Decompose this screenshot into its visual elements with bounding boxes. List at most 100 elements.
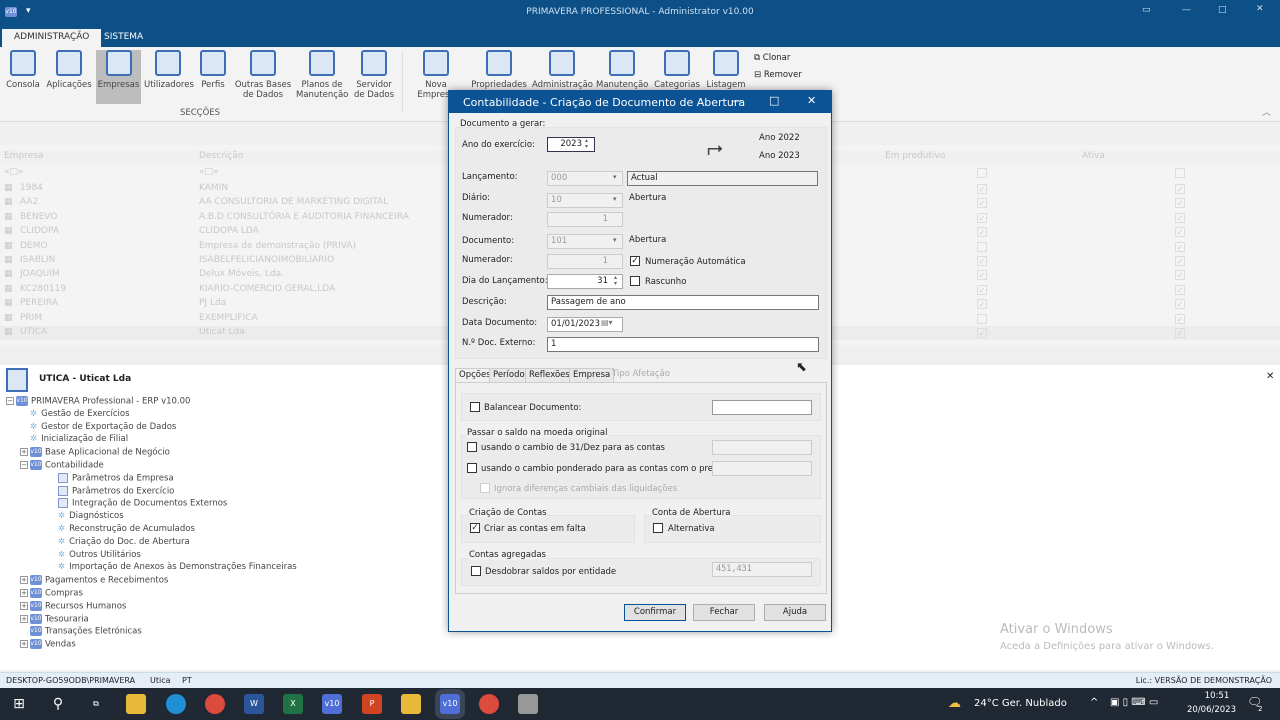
perfis-button[interactable]: Perfis [198, 50, 228, 90]
dia-lancamento-input[interactable]: 31 [547, 274, 623, 289]
cell-produtivo-checkbox[interactable] [977, 241, 987, 252]
cell-ativa-checkbox[interactable]: ✓ [1175, 313, 1185, 324]
tab-administracao[interactable]: ADMINISTRAÇÃO [2, 29, 102, 47]
expand-icon[interactable]: + [20, 640, 28, 649]
alternativa-checkbox[interactable] [653, 523, 663, 533]
descricao-input[interactable]: Passagem de ano [547, 295, 819, 310]
tree-item[interactable]: ✲ Inicialização de Filial [20, 434, 128, 444]
filter-ativa-checkbox[interactable] [1175, 168, 1185, 178]
chevron-down-icon[interactable]: ▾ [613, 195, 617, 203]
chevron-down-icon[interactable]: ▾ [613, 173, 617, 181]
tab-empresa[interactable]: Empresa [569, 368, 615, 382]
tree-item[interactable]: ✲ Diagnósticos [48, 511, 124, 521]
cell-ativa-checkbox[interactable]: ✓ [1175, 256, 1185, 266]
chevron-down-icon[interactable]: ▾ [613, 236, 617, 244]
clonar-button[interactable]: ⧉ Clonar [754, 53, 790, 63]
servidor-dados-button[interactable]: Servidor de Dados [352, 50, 396, 100]
empresas-button[interactable]: Empresas [96, 50, 141, 104]
tree-item[interactable]: ✲ Gestor de Exportação de Dados [20, 422, 176, 432]
tree-item[interactable]: + v10 Recursos Humanos [20, 600, 126, 611]
documento-select[interactable]: 101 [547, 234, 623, 249]
cell-produtivo-checkbox[interactable] [977, 313, 987, 324]
app-folder-icon[interactable] [401, 694, 421, 714]
tree-item[interactable]: + v10 Base Aplicacional de Negócio [20, 447, 170, 458]
manutencao-button[interactable]: Manutenção [596, 50, 648, 90]
utilizadores-button[interactable]: Utilizadores [144, 50, 194, 90]
ano-stepper[interactable]: ▴ ▾ [585, 138, 588, 150]
doc-externo-input[interactable]: 1 [547, 337, 819, 352]
planos-manutencao-button[interactable]: Planos de Manutenção [296, 50, 348, 100]
cell-produtivo-checkbox[interactable]: ✓ [977, 212, 987, 223]
balancear-input[interactable] [712, 400, 812, 415]
cell-ativa-checkbox[interactable]: ✓ [1175, 328, 1185, 338]
expand-icon[interactable]: + [20, 576, 28, 585]
ajuda-button[interactable]: Ajuda [764, 604, 826, 621]
lancamento-select[interactable]: 000 [547, 171, 623, 186]
primavera-v10-icon[interactable]: v10 [322, 694, 342, 714]
filter-produtivo-checkbox[interactable] [977, 168, 987, 178]
clock-time[interactable]: 10:51 [1197, 691, 1237, 701]
column-header-empresa[interactable]: Empresa [4, 151, 43, 161]
column-header-ativa[interactable]: Ativa [1082, 151, 1105, 161]
windows-start-icon[interactable]: ⊞ [9, 694, 29, 714]
aplicacoes-button[interactable]: Aplicações [46, 50, 92, 90]
column-header-descricao[interactable]: Descrição [199, 151, 243, 161]
dialog-maximize-button[interactable]: □ [769, 94, 779, 107]
calendar-dropdown-icon[interactable]: ▤▾ [601, 318, 613, 327]
tab-reflexoes[interactable]: Reflexões [525, 368, 574, 382]
tab-sistema[interactable]: SISTEMA [92, 29, 155, 47]
collapse-ribbon-icon[interactable]: ︿ [1262, 105, 1271, 118]
propriedades-button[interactable]: Propriedades [470, 50, 528, 90]
expand-icon[interactable]: + [20, 601, 28, 610]
tree-item[interactable]: v10 Transações Eletrónicas [20, 626, 142, 637]
categorias-button[interactable]: Categorias [652, 50, 702, 90]
file-explorer-icon[interactable] [126, 694, 146, 714]
filter-empresa[interactable]: «□» [4, 167, 24, 177]
camera-icon[interactable] [518, 694, 538, 714]
confirmar-button[interactable]: Confirmar [624, 604, 686, 621]
close-panel-icon[interactable]: ✕ [1266, 371, 1274, 382]
cambio-dez-checkbox[interactable] [467, 442, 477, 452]
dialog-minimize-button[interactable]: — [731, 94, 742, 107]
primavera-admin-icon[interactable]: v10 [440, 694, 460, 714]
diario-select[interactable]: 10 [547, 193, 623, 208]
cell-ativa-checkbox[interactable]: ✓ [1175, 227, 1185, 238]
cell-ativa-checkbox[interactable]: ✓ [1175, 184, 1185, 194]
cell-produtivo-checkbox[interactable]: ✓ [977, 270, 987, 281]
cell-ativa-checkbox[interactable]: ✓ [1175, 198, 1185, 209]
tree-item[interactable]: + v10 Vendas [20, 639, 76, 650]
cell-produtivo-checkbox[interactable]: ✓ [977, 227, 987, 238]
collapse-icon[interactable]: − [20, 461, 28, 469]
cell-produtivo-checkbox[interactable]: ✓ [977, 256, 987, 266]
tree-item[interactable]: ✲ Criação do Doc. de Abertura [48, 537, 190, 547]
remover-button[interactable]: ⊟ Remover [754, 70, 802, 80]
criar-contas-checkbox[interactable]: ✓ [470, 523, 480, 533]
numeracao-automatica-checkbox[interactable]: ✓ [630, 256, 640, 266]
excel-icon[interactable]: X [283, 694, 303, 714]
cell-ativa-checkbox[interactable]: ✓ [1175, 212, 1185, 223]
tree-item[interactable]: Integração de Documentos Externos [48, 498, 227, 509]
administracao-button[interactable]: Administração [532, 50, 593, 90]
tree-item[interactable]: + v10 Pagamentos e Recebimentos [20, 575, 168, 586]
listagem-button[interactable]: Listagem [706, 50, 746, 90]
desdobrar-checkbox[interactable] [471, 566, 481, 576]
tree-item[interactable]: Parâmetros do Exercício [48, 485, 174, 496]
search-icon[interactable]: ⚲ [48, 694, 68, 714]
balancear-checkbox[interactable] [470, 402, 480, 412]
tree-item[interactable]: Parâmetros da Empresa [48, 472, 174, 483]
cell-ativa-checkbox[interactable]: ✓ [1175, 270, 1185, 281]
restore-layout-icon[interactable]: ▭ [1142, 5, 1151, 15]
collapse-icon[interactable]: − [6, 397, 14, 405]
expand-icon[interactable]: + [20, 614, 28, 623]
tray-icons[interactable]: ▣ ▯ ⌨ ▭ [1110, 697, 1158, 708]
cell-produtivo-checkbox[interactable]: ✓ [977, 198, 987, 209]
clock-date[interactable]: 20/06/2023 [1187, 705, 1236, 715]
tray-chevron-icon[interactable]: ^ [1090, 697, 1098, 708]
cambio-ponderado-checkbox[interactable] [467, 463, 477, 473]
tree-item[interactable]: − v10 PRIMAVERA Professional - ERP v10.00 [6, 396, 190, 407]
tab-periodo[interactable]: Período [489, 368, 529, 382]
word-icon[interactable]: W [244, 694, 264, 714]
cell-ativa-checkbox[interactable]: ✓ [1175, 299, 1185, 310]
cell-produtivo-checkbox[interactable]: ✓ [977, 184, 987, 194]
tree-item[interactable]: ✲ Reconstrução de Acumulados [48, 524, 195, 534]
